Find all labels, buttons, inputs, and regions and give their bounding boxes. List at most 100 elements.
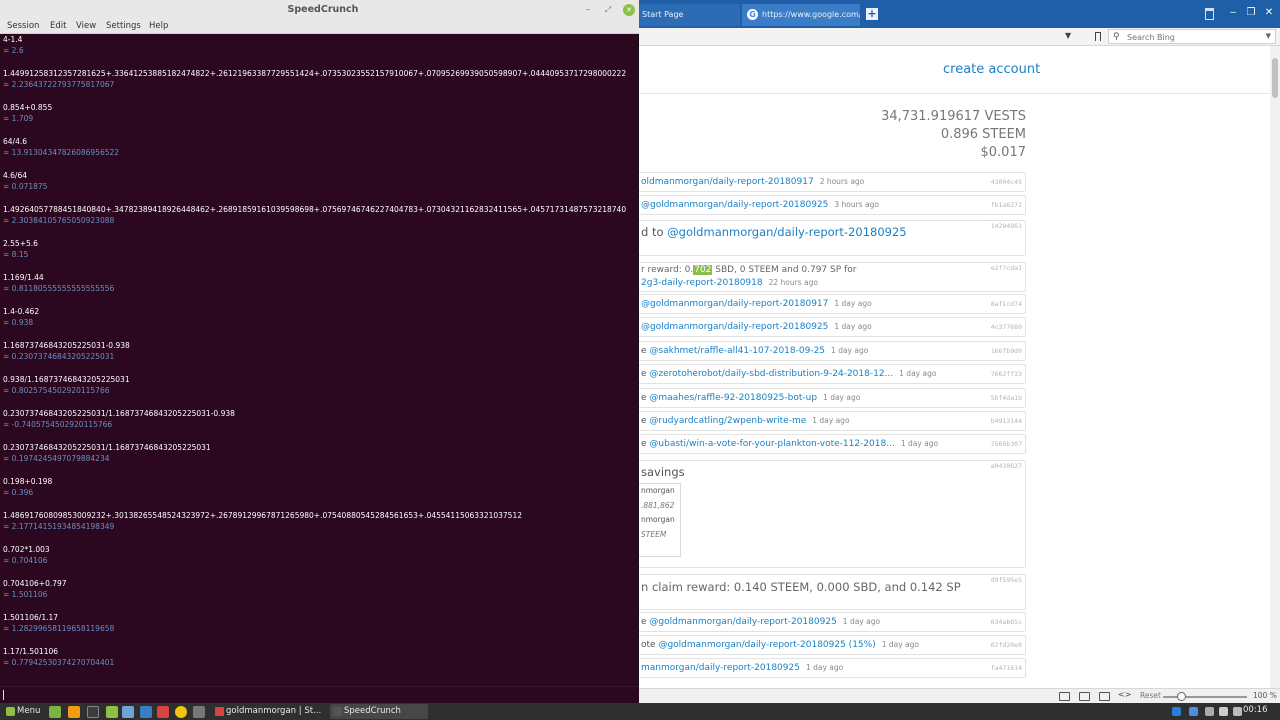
author-reward-row[interactable]: r reward: 0.702 SBD, 0 STEEM and 0.797 S… [636, 262, 1026, 292]
history-entry[interactable]: 4-1.4 = 2.6 [3, 34, 633, 56]
activity-hash[interactable]: 02fd20e0 [991, 636, 1022, 654]
minimize-icon[interactable]: ‒ [582, 4, 594, 16]
scrollbar-thumb[interactable] [1272, 58, 1278, 98]
task-browser[interactable]: goldmanmorgan | St... [212, 704, 324, 719]
minimize-icon[interactable]: ‒ [1226, 6, 1240, 20]
calculator-icon[interactable] [193, 706, 205, 718]
activity-row[interactable]: e @goldmanmorgan/daily-report-20180925 1 … [636, 612, 1026, 632]
activity-hash[interactable]: e2f7cda1 [991, 264, 1022, 272]
network-icon[interactable] [1205, 707, 1214, 716]
history-entry[interactable]: 64/4.6 = 13.91304347826086956522 [3, 136, 633, 158]
maximize-icon[interactable]: ❐ [1244, 6, 1258, 20]
folder-icon[interactable] [122, 706, 134, 718]
activity-row[interactable]: @goldmanmorgan/daily-report-20180925 3 ho… [636, 195, 1026, 215]
history-entry[interactable]: 0.938/1.16873746843205225031 = 0.80257545… [3, 374, 633, 396]
start-menu-button[interactable]: Menu [2, 703, 44, 720]
settings-icon[interactable] [140, 706, 152, 718]
menu-session[interactable]: Session [7, 21, 39, 31]
activity-hash[interactable]: d9f595e5 [991, 576, 1022, 584]
menu-settings[interactable]: Settings [106, 21, 141, 31]
activity-link[interactable]: @maahes/raffle-92-20180925-bot-up [649, 393, 817, 403]
activity-row[interactable]: e @ubasti/win-a-vote-for-your-plankton-v… [636, 434, 1026, 455]
menu-edit[interactable]: Edit [50, 21, 66, 31]
activity-link[interactable]: manmorgan/daily-report-20180925 [641, 663, 800, 673]
history-entry[interactable]: 0.198+0.198 = 0.396 [3, 476, 633, 498]
close-icon[interactable]: ✕ [1262, 6, 1276, 20]
code-icon[interactable]: <> [1118, 690, 1131, 699]
activity-link[interactable]: @goldmanmorgan/daily-report-20180917 [641, 299, 828, 309]
activity-link[interactable]: @zerotoherobot/daily-sbd-distribution-9-… [649, 369, 893, 379]
history-entry[interactable]: 0.702*1.003 = 0.704106 [3, 544, 633, 566]
activity-hash[interactable]: 43004c45 [991, 173, 1022, 191]
camera-icon[interactable] [1059, 692, 1070, 701]
shield-icon[interactable] [1172, 707, 1181, 716]
firefox-icon[interactable] [68, 706, 80, 718]
history-entry[interactable]: 4.6/64 = 0.071875 [3, 170, 633, 192]
history-entry[interactable]: 1.4-0.462 = 0.938 [3, 306, 633, 328]
activity-row-large[interactable]: d to @goldmanmorgan/daily-report-2018092… [636, 220, 1026, 256]
activity-row[interactable]: e @zerotoherobot/daily-sbd-distribution-… [636, 364, 1026, 385]
activity-link[interactable]: 2g3-daily-report-20180918 [641, 278, 763, 288]
menu-view[interactable]: View [76, 21, 96, 31]
activity-link[interactable]: @rudyardcatling/2wpenb-write-me [649, 416, 806, 426]
activity-hash[interactable]: a0430627 [991, 462, 1022, 470]
window-icon[interactable] [1079, 692, 1090, 701]
activity-link[interactable]: @goldmanmorgan/daily-report-20180925 [667, 225, 906, 239]
activity-row[interactable]: e @rudyardcatling/2wpenb-write-me 1 day a… [636, 411, 1026, 431]
chevron-down-icon[interactable]: ▼ [1266, 32, 1271, 40]
history-entry[interactable]: 0.704106+0.797 = 1.501106 [3, 578, 633, 600]
tab-start-page[interactable]: Start Page [636, 4, 740, 26]
activity-hash[interactable]: fb1a6272 [991, 196, 1022, 214]
zoom-reset-button[interactable]: Reset [1140, 691, 1161, 700]
tab-google[interactable]: G https://www.google.com/sr [742, 4, 860, 26]
activity-hash[interactable]: b4913144 [991, 412, 1022, 430]
activity-hash[interactable]: 14294961 [991, 222, 1022, 230]
history-entry[interactable]: 1.169/1.44 = 0.81180555555555555556 [3, 272, 633, 294]
expression-input[interactable] [0, 686, 639, 703]
activity-link[interactable]: @goldmanmorgan/daily-report-20180925 [641, 322, 828, 332]
menu-help[interactable]: Help [149, 21, 168, 31]
page-scrollbar[interactable] [1270, 46, 1280, 688]
files-icon[interactable] [106, 706, 118, 718]
activity-row[interactable]: e @maahes/raffle-92-20180925-bot-up 1 day… [636, 387, 1026, 408]
claim-reward-row[interactable]: n claim reward: 0.140 STEEM, 0.000 SBD, … [636, 574, 1026, 610]
search-input[interactable] [1127, 31, 1257, 43]
activity-link[interactable]: @goldmanmorgan/daily-report-20180925 [649, 617, 836, 627]
clock[interactable]: 00:16 [1243, 705, 1268, 715]
media-player-icon[interactable] [175, 706, 187, 718]
activity-hash[interactable]: 7568b307 [991, 435, 1022, 453]
activity-link[interactable]: oldmanmorgan/daily-report-20180917 [641, 177, 814, 187]
activity-hash[interactable]: 5bf4da1b [991, 389, 1022, 407]
bookmark-icon[interactable] [1095, 32, 1101, 41]
zoom-slider[interactable] [1163, 696, 1247, 698]
zoom-slider-handle[interactable] [1177, 692, 1186, 701]
history-entry[interactable]: 1.501106/1.17 = 1.28299658119658119658 [3, 612, 633, 634]
activity-row[interactable]: manmorgan/daily-report-20180925 1 day ago… [636, 658, 1026, 678]
show-desktop-icon[interactable] [49, 706, 61, 718]
activity-row[interactable]: e @sakhmet/raffle-all41-107-2018-09-25 1 … [636, 340, 1026, 361]
history-entry[interactable]: 0.23073746843205225031/1.168737468432052… [3, 442, 633, 464]
trash-icon[interactable] [1205, 8, 1214, 20]
activity-hash[interactable]: fa471614 [991, 659, 1022, 677]
terminal-icon[interactable] [87, 706, 99, 718]
history-entry[interactable]: 1.44991258312357281625+.3364125388518247… [3, 68, 633, 90]
activity-link[interactable]: @goldmanmorgan/daily-report-20180925 (15… [658, 640, 875, 650]
activity-link[interactable]: @ubasti/win-a-vote-for-your-plankton-vot… [649, 439, 894, 449]
history-entry[interactable]: 2.55+5.6 = 8.15 [3, 238, 633, 260]
activity-row[interactable]: @goldmanmorgan/daily-report-20180917 1 da… [636, 294, 1026, 314]
activity-hash[interactable]: 4c377680 [991, 318, 1022, 336]
search-box[interactable]: ⚲ ▼ [1108, 29, 1276, 44]
maximize-icon[interactable]: ⤢ [602, 4, 614, 16]
vivaldi-icon[interactable] [157, 706, 169, 718]
activity-row[interactable]: @goldmanmorgan/daily-report-20180925 1 da… [636, 317, 1026, 338]
activity-link[interactable]: @sakhmet/raffle-all41-107-2018-09-25 [649, 346, 825, 356]
new-tab-button[interactable]: + [866, 8, 878, 20]
create-account-link[interactable]: create account [943, 62, 1040, 77]
history-entry[interactable]: 1.48691760809853009232+.3013826554852432… [3, 510, 633, 532]
history-entry[interactable]: 0.23073746843205225031/1.168737468432052… [3, 408, 633, 430]
activity-link[interactable]: @goldmanmorgan/daily-report-20180925 [641, 200, 828, 210]
history-entry[interactable]: 0.854+0.855 = 1.709 [3, 102, 633, 124]
bluetooth-icon[interactable] [1189, 707, 1198, 716]
task-speedcrunch[interactable]: SpeedCrunch [330, 704, 428, 719]
activity-row[interactable]: oldmanmorgan/daily-report-20180917 2 hour… [636, 172, 1026, 192]
